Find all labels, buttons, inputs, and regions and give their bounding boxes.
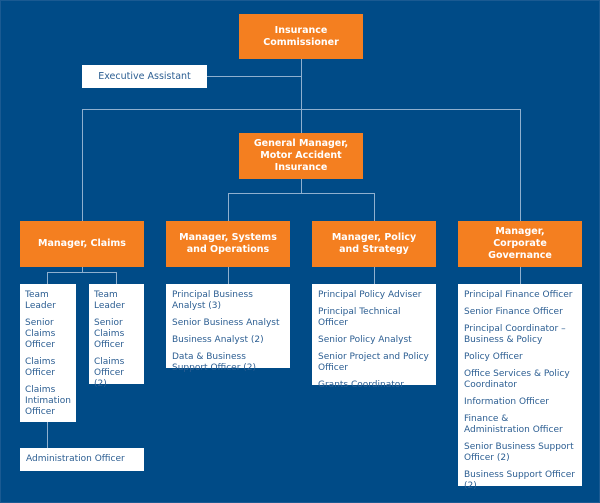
connector-policy-drop [374,193,375,221]
administration-officer-box: Administration Officer [20,448,144,471]
staff-role: Senior Project and Policy Officer [318,352,429,373]
staff-role: Principal Finance Officer [464,290,573,300]
claims-team-1: Team Leader Senior Claims Officer Claims… [20,284,76,422]
corporate-staff-list: Principal Finance Officer Senior Finance… [458,284,582,491]
general-manager-box: General Manager, Motor Accident Insuranc… [239,133,363,179]
staff-role: Grants Coordinator [318,380,404,390]
executive-assistant-box: Executive Assistant [82,65,207,88]
policy-staff-list: Principal Policy Adviser Principal Techn… [312,284,436,390]
connector-commissioner-gm [301,59,302,133]
general-manager-title-line2: Motor Accident Insurance [260,150,342,173]
manager-systems-box: Manager, Systems and Operations [166,221,290,267]
staff-role: Team Leader [94,290,125,311]
general-manager-title-line1: General Manager, [253,138,349,149]
staff-role: Policy Officer [464,352,523,362]
manager-corporate-title: Manager, Corporate Governance [488,226,552,261]
manager-policy-title: Manager, Policy and Strategy [331,232,417,255]
staff-role: Senior Finance Officer [464,307,563,317]
staff-role: Claims Officer (2) [94,357,125,389]
manager-systems-title: Manager, Systems and Operations [179,232,277,255]
staff-role: Senior Business Analyst [172,318,280,328]
staff-role: Senior Claims Officer [94,318,125,350]
connector-gm-down [301,179,302,193]
staff-role: Team Leader [25,290,56,311]
manager-claims-title: Manager, Claims [38,238,126,249]
connector-team1-drop [47,272,48,284]
staff-role: Principal Technical Officer [318,307,401,328]
staff-role: Claims Officer [25,357,56,378]
org-chart: Insurance Commissioner Executive Assista… [0,0,600,503]
connector-systems-down [228,267,229,284]
connector-policy-down [374,267,375,284]
staff-role: Business Analyst (2) [172,335,264,345]
connector-corporate-down [520,267,521,284]
staff-role: Data & Business Support Officer (2) [172,352,257,373]
staff-role: Office Services & Policy Coordinator [464,369,570,390]
commissioner-box: Insurance Commissioner [239,14,363,59]
commissioner-title: Insurance Commissioner [263,24,339,48]
staff-role: Senior Policy Analyst [318,335,412,345]
staff-role: Senior Business Support Officer (2) [464,442,574,463]
connector-claims-drop [82,109,83,221]
manager-claims-box: Manager, Claims [20,221,144,267]
administration-officer-title: Administration Officer [26,454,125,464]
connector-team2-drop [116,272,117,284]
connector-manager-bus [82,109,521,110]
manager-corporate-box: Manager, Corporate Governance [458,221,582,267]
staff-role: Principal Coordinator – Business & Polic… [464,324,566,345]
staff-role: Principal Policy Adviser [318,290,422,300]
connector-executive-assistant [207,76,301,77]
claims-team-2: Team Leader Senior Claims Officer Claims… [89,284,144,389]
staff-role: Finance & Administration Officer [464,414,563,435]
staff-role: Principal Business Analyst (3) [172,290,253,311]
staff-role: Senior Claims Officer [25,318,56,350]
executive-assistant-title: Executive Assistant [98,71,191,82]
staff-role: Claims Intimation Officer [25,385,71,417]
manager-policy-box: Manager, Policy and Strategy [312,221,436,267]
connector-claims-teams-bus [47,272,117,273]
systems-staff-list: Principal Business Analyst (3) Senior Bu… [166,284,290,373]
connector-gm-bus [228,193,375,194]
connector-corporate-drop [520,109,521,221]
connector-admin-drop [47,422,48,448]
staff-role: Information Officer [464,397,549,407]
staff-role: Business Support Officer (2) [464,470,575,491]
connector-systems-drop [228,193,229,221]
